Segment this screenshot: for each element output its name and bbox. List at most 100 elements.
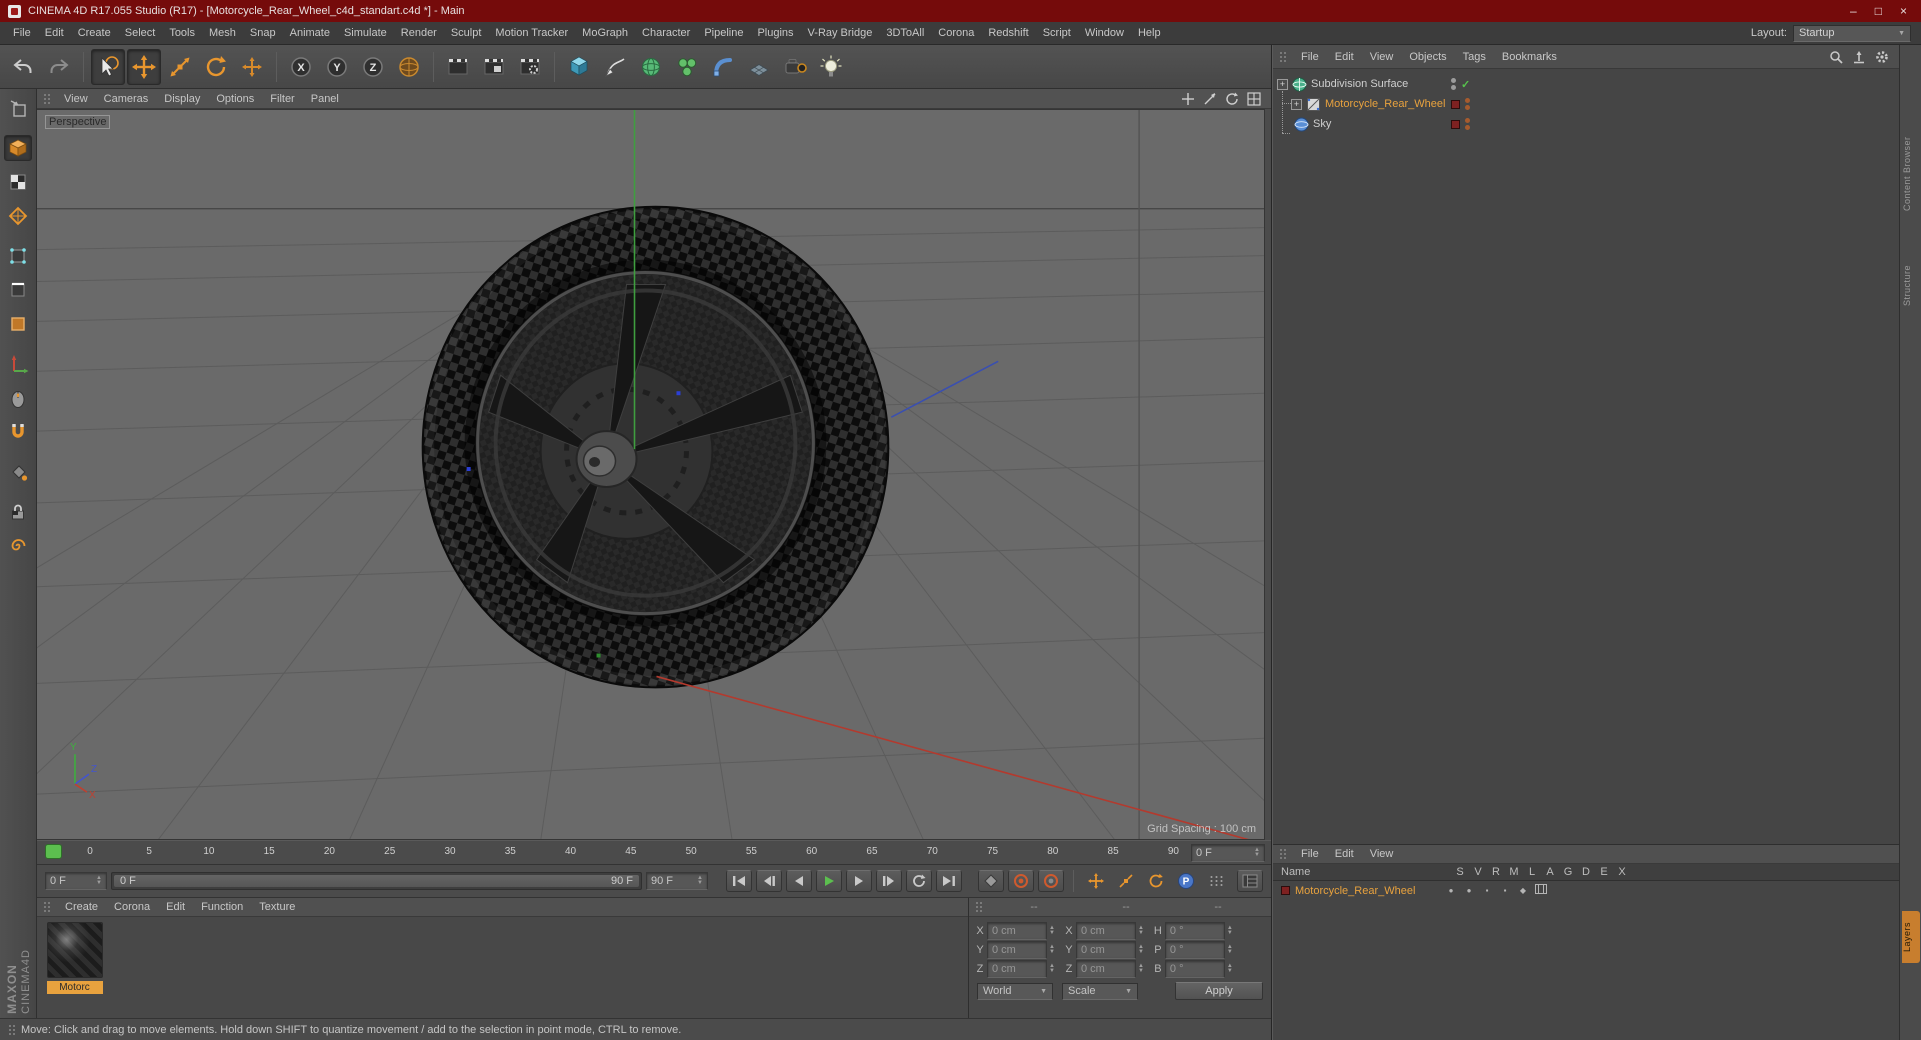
rot-p-field[interactable]: 0 °: [1164, 940, 1225, 959]
pos-x-field[interactable]: 0 cm: [987, 921, 1047, 940]
workplane-rotate-icon[interactable]: [4, 533, 32, 559]
om-menu-file[interactable]: File: [1294, 48, 1326, 66]
material-item[interactable]: Motorc: [45, 922, 104, 1013]
menu-redshift[interactable]: Redshift: [981, 24, 1035, 42]
dock-icon[interactable]: [1852, 50, 1866, 64]
size-z-field[interactable]: 0 cm: [1075, 959, 1136, 978]
lm-menu-edit[interactable]: Edit: [1328, 846, 1361, 862]
panel-grip[interactable]: [43, 901, 52, 913]
rotation-header[interactable]: --: [1172, 901, 1264, 913]
current-frame-mini-field[interactable]: 0 F ▲ ▼: [1191, 844, 1265, 862]
stepper-icon[interactable]: ▲ ▼: [1227, 925, 1233, 936]
viewport-menu-options[interactable]: Options: [208, 91, 262, 107]
undo-button[interactable]: [6, 49, 40, 85]
object-row-sky[interactable]: Sky: [1273, 114, 1899, 134]
key-rotation-toggle[interactable]: [1143, 870, 1169, 892]
column-solo[interactable]: S: [1451, 866, 1469, 878]
solo-toggle-icon[interactable]: ●: [1442, 886, 1460, 895]
frame-end-field[interactable]: 90 F ▲ ▼: [646, 872, 708, 890]
previous-key-button[interactable]: [756, 870, 782, 892]
menu-create[interactable]: Create: [71, 24, 118, 42]
stepper-icon[interactable]: ▲ ▼: [1049, 944, 1055, 955]
render-toggle-icon[interactable]: ▪: [1478, 886, 1496, 895]
stepper-icon[interactable]: ▲ ▼: [1049, 963, 1055, 974]
lock-z-axis-button[interactable]: Z: [356, 49, 390, 85]
column-xref[interactable]: X: [1613, 866, 1631, 878]
enabled-check-icon[interactable]: ✓: [1461, 78, 1470, 91]
stepper-icon[interactable]: ▲ ▼: [1227, 944, 1233, 955]
layer-name[interactable]: Motorcycle_Rear_Wheel: [1295, 885, 1442, 897]
menu-sculpt[interactable]: Sculpt: [444, 24, 489, 42]
name-column-header[interactable]: Name: [1281, 866, 1451, 878]
column-expressions[interactable]: E: [1595, 866, 1613, 878]
menu-select[interactable]: Select: [118, 24, 163, 42]
play-button[interactable]: [816, 870, 842, 892]
column-deformers[interactable]: D: [1577, 866, 1595, 878]
timeline-playhead[interactable]: [45, 844, 62, 859]
viewport-menu-display[interactable]: Display: [156, 91, 208, 107]
workplane-mode-icon[interactable]: [4, 203, 32, 229]
material-menu-edit[interactable]: Edit: [159, 899, 192, 915]
column-lock[interactable]: L: [1523, 866, 1541, 878]
viewport-menu-filter[interactable]: Filter: [262, 91, 302, 107]
material-menu-texture[interactable]: Texture: [252, 899, 302, 915]
rot-h-field[interactable]: 0 °: [1164, 921, 1225, 940]
key-parameter-toggle[interactable]: P: [1173, 870, 1199, 892]
menu-plugins[interactable]: Plugins: [750, 24, 800, 42]
move-tool[interactable]: [127, 48, 161, 85]
light-button[interactable]: [814, 49, 848, 85]
toggle-view-layout-icon[interactable]: [1247, 91, 1261, 106]
subdivision-surface-button[interactable]: [634, 49, 668, 85]
column-generators[interactable]: G: [1559, 866, 1577, 878]
column-view[interactable]: V: [1469, 866, 1487, 878]
viewport-mouse-icon[interactable]: [4, 385, 32, 411]
layer-row[interactable]: Motorcycle_Rear_Wheel ● ● ▪ ▪ ◆: [1273, 881, 1899, 900]
camera-button[interactable]: [778, 49, 812, 85]
key-position-toggle[interactable]: [1083, 870, 1109, 892]
expand-icon[interactable]: +: [1291, 98, 1302, 110]
menu-window[interactable]: Window: [1078, 24, 1131, 42]
viewport-canvas[interactable]: Y Z X Perspective Grid Spacing : 100 cm: [37, 109, 1265, 840]
menu-file[interactable]: File: [6, 24, 38, 42]
polygons-mode-icon[interactable]: [4, 311, 32, 337]
maximize-button[interactable]: □: [1875, 4, 1882, 18]
loop-playback-button[interactable]: [906, 870, 932, 892]
rot-b-field[interactable]: 0 °: [1164, 959, 1225, 978]
goto-end-button[interactable]: [936, 870, 962, 892]
panel-grip[interactable]: [975, 901, 984, 913]
redo-button[interactable]: [42, 49, 76, 85]
om-menu-bookmarks[interactable]: Bookmarks: [1495, 48, 1564, 66]
menu-tools[interactable]: Tools: [162, 24, 202, 42]
points-mode-icon[interactable]: [4, 243, 32, 269]
add-cube-button[interactable]: [562, 49, 596, 85]
stepper-icon[interactable]: ▲ ▼: [1138, 925, 1144, 936]
object-name-selected[interactable]: Motorcycle_Rear_Wheel: [1325, 98, 1445, 110]
make-editable-icon[interactable]: [4, 95, 32, 121]
previous-frame-button[interactable]: [786, 870, 812, 892]
position-header[interactable]: --: [988, 901, 1080, 913]
object-row-motorcycle-rear-wheel[interactable]: + Motorcycle_Rear_Wheel: [1273, 94, 1899, 114]
snap-icon[interactable]: [4, 419, 32, 445]
scale-mode-select[interactable]: Scale ▼: [1062, 982, 1138, 1000]
material-menu-corona[interactable]: Corona: [107, 899, 157, 915]
menu-help[interactable]: Help: [1131, 24, 1168, 42]
search-icon[interactable]: [1829, 50, 1843, 64]
visibility-dots-icon[interactable]: [1465, 98, 1470, 110]
menu-edit[interactable]: Edit: [38, 24, 71, 42]
lock-x-axis-button[interactable]: X: [284, 49, 318, 85]
live-selection-tool[interactable]: [91, 48, 125, 85]
view-toggle-icon[interactable]: ●: [1460, 886, 1478, 895]
object-name[interactable]: Sky: [1313, 118, 1331, 130]
menu-simulate[interactable]: Simulate: [337, 24, 394, 42]
rotate-view-icon[interactable]: [1225, 92, 1239, 106]
preview-range-slider[interactable]: 0 F 90 F: [111, 872, 642, 890]
minimize-button[interactable]: –: [1850, 4, 1857, 18]
coordinate-system-button[interactable]: [392, 49, 426, 85]
lm-menu-file[interactable]: File: [1294, 846, 1326, 862]
object-name[interactable]: Subdivision Surface: [1311, 78, 1408, 90]
material-menu-function[interactable]: Function: [194, 899, 250, 915]
rotate-tool[interactable]: [199, 49, 233, 85]
next-frame-button[interactable]: [846, 870, 872, 892]
animation-toggle-icon[interactable]: [1532, 884, 1550, 897]
lock-toggle-icon[interactable]: ◆: [1514, 886, 1532, 895]
